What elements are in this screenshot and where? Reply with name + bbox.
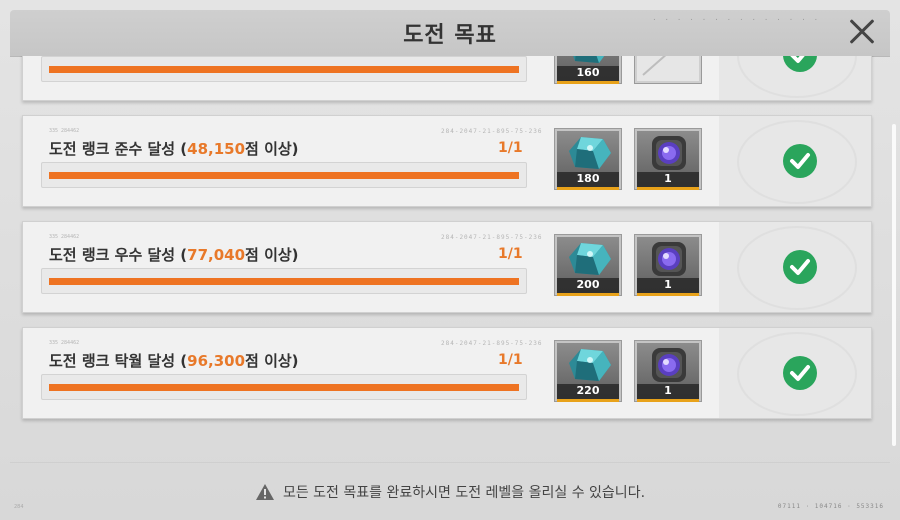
footer-notice-text: 모든 도전 목표를 완료하시면 도전 레벨을 올리실 수 있습니다. [282, 484, 646, 501]
footer-notice: 모든 도전 목표를 완료하시면 도전 레벨을 올리실 수 있습니다. 07111… [10, 462, 890, 520]
reward-slot[interactable]: 1 [635, 341, 701, 402]
header-bar: 도전 목표 · · · · · · · · · · · · · · [10, 10, 890, 56]
mission-card: 도전 랭크 양호 달성 (19,260점 이상)1/1160 [22, 56, 872, 101]
reward-slot[interactable]: 220 [555, 341, 621, 402]
footer-small-text: 284 [14, 504, 24, 510]
crystal-icon [569, 349, 611, 381]
completed-check-icon [783, 250, 817, 284]
progress-fill [49, 278, 519, 285]
reward-quantity: 1 [637, 384, 699, 402]
mission-score: 77,040 [187, 246, 246, 264]
orb-icon [652, 348, 686, 382]
mission-title-suffix: 점 이상) [245, 352, 299, 370]
completed-check-icon [783, 144, 817, 178]
mission-code: 284-2047-21-895-75-236 [441, 234, 543, 241]
mission-card: 335 284462 284-2047-21-895-75-236 도전 랭크 우수… [22, 221, 872, 313]
reward-slot[interactable]: 1 [635, 235, 701, 296]
progress-bar [41, 56, 527, 82]
scrollbar[interactable] [892, 124, 896, 446]
progress-bar [41, 374, 527, 400]
reward-quantity: 200 [557, 278, 619, 296]
mission-score: 48,150 [187, 140, 246, 158]
mission-card: 335 284462 284-2047-21-895-75-236 도전 랭크 준수… [22, 115, 872, 207]
progress-fill [49, 66, 519, 73]
progress-count: 1/1 [498, 352, 523, 368]
orb-icon [652, 136, 686, 170]
progress-bar [41, 162, 527, 188]
reward-quantity: 180 [557, 172, 619, 190]
mission-serial: 335 284462 [49, 128, 80, 134]
progress-count: 1/1 [498, 140, 523, 156]
mission-title: 도전 랭크 탁월 달성 (96,300점 이상) [49, 350, 299, 371]
completed-check-icon [783, 356, 817, 390]
crystal-icon [569, 137, 611, 169]
mission-serial: 335 284462 [49, 340, 80, 346]
close-button[interactable] [844, 14, 880, 50]
mission-code: 284-2047-21-895-75-236 [441, 128, 543, 135]
completed-check-icon [783, 56, 817, 72]
reward-quantity: 1 [637, 172, 699, 190]
reward-quantity: 1 [637, 278, 699, 296]
progress-fill [49, 384, 519, 391]
challenge-goals-window: 도전 목표 · · · · · · · · · · · · · · 도전 랭크 … [0, 0, 900, 520]
progress-bar [41, 268, 527, 294]
reward-quantity: 220 [557, 384, 619, 402]
footer-code: 07111 · 104716 · 553316 [777, 503, 884, 510]
empty-slot-icon [642, 56, 667, 76]
reward-slot[interactable]: 1 [635, 129, 701, 190]
mission-title-suffix: 점 이상) [245, 140, 299, 158]
mission-title: 도전 랭크 준수 달성 (48,150점 이상) [49, 138, 299, 159]
reward-slot[interactable] [635, 56, 701, 83]
crystal-icon [569, 243, 611, 275]
warning-icon [255, 483, 274, 500]
reward-slot[interactable]: 200 [555, 235, 621, 296]
progress-count: 1/1 [498, 246, 523, 262]
progress-fill [49, 172, 519, 179]
mission-title-prefix: 도전 랭크 준수 달성 ( [49, 140, 188, 158]
reward-quantity: 160 [557, 66, 619, 84]
mission-score: 96,300 [187, 352, 246, 370]
orb-icon [652, 242, 686, 276]
mission-serial: 335 284462 [49, 234, 80, 240]
reward-slot[interactable]: 160 [555, 56, 621, 84]
mission-list[interactable]: 도전 랭크 양호 달성 (19,260점 이상)1/1160 335 284462… [10, 56, 890, 462]
mission-title-prefix: 도전 랭크 우수 달성 ( [49, 246, 188, 264]
reward-slot[interactable]: 180 [555, 129, 621, 190]
mission-code: 284-2047-21-895-75-236 [441, 340, 543, 347]
mission-title-prefix: 도전 랭크 탁월 달성 ( [49, 352, 188, 370]
mission-title: 도전 랭크 우수 달성 (77,040점 이상) [49, 244, 299, 265]
mission-title-suffix: 점 이상) [245, 246, 299, 264]
header-decoration: · · · · · · · · · · · · · · [652, 16, 820, 24]
mission-card: 335 284462 284-2047-21-895-75-236 도전 랭크 탁월… [22, 327, 872, 419]
page-title: 도전 목표 [403, 23, 497, 48]
